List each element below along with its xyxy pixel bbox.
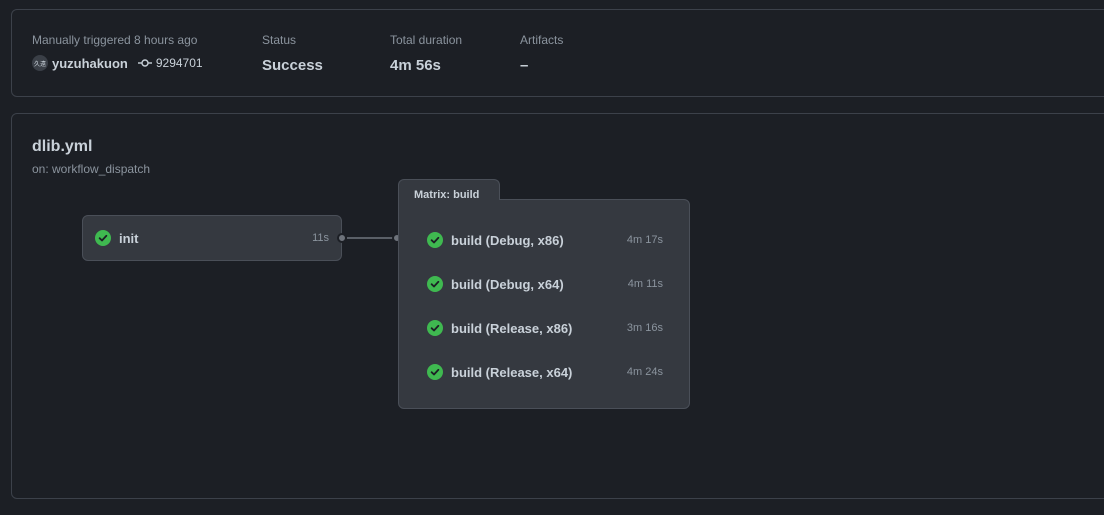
connector-line [347,237,393,239]
check-circle-icon [427,320,443,336]
job-duration: 4m 24s [626,366,663,378]
connector-dot-out [337,233,347,243]
matrix-tab-join [399,198,499,201]
job-name: init [119,230,139,246]
job-duration: 11s [312,232,329,244]
check-circle-icon [427,232,443,248]
job-name: build (Release, x64) [451,364,573,380]
username-link[interactable]: yuzuhakuon [52,56,128,71]
matrix-job-row[interactable]: build (Debug, x86) 4m 17s [427,228,663,252]
status-info: Status Success [262,33,323,74]
commit-link[interactable]: 9294701 [156,56,203,70]
matrix-job-row[interactable]: build (Release, x64) 4m 24s [427,360,663,384]
job-init[interactable]: init 11s [82,215,342,261]
job-duration: 4m 17s [626,234,663,246]
trigger-info: Manually triggered 8 hours ago 久遠 yuzuha… [32,33,203,71]
matrix-job-row[interactable]: build (Debug, x64) 4m 11s [427,272,663,296]
duration-info: Total duration 4m 56s [390,33,462,74]
artifacts-info: Artifacts – [520,33,563,74]
duration-label: Total duration [390,33,463,47]
artifacts-value: – [520,57,529,74]
job-duration: 3m 16s [626,322,663,334]
workflow-graph: dlib.yml on: workflow_dispatch init 11s … [11,113,1104,499]
workflow-trigger: on: workflow_dispatch [32,162,151,176]
job-name: build (Release, x86) [451,320,573,336]
check-circle-icon [95,230,111,246]
status-label: Status [262,33,297,47]
check-circle-icon [427,364,443,380]
status-value: Success [262,57,323,74]
job-duration: 4m 11s [627,278,663,290]
workflow-file-link[interactable]: dlib.yml [32,138,92,156]
matrix-group: build (Debug, x86) 4m 17s build (Debug, … [398,199,690,409]
job-name: build (Debug, x64) [451,276,564,292]
git-commit-icon [137,58,152,68]
run-summary: Manually triggered 8 hours ago 久遠 yuzuha… [11,9,1104,97]
job-name: build (Debug, x86) [451,232,564,248]
check-circle-icon [427,276,443,292]
matrix-job-row[interactable]: build (Release, x86) 3m 16s [427,316,663,340]
artifacts-label: Artifacts [520,33,564,47]
trigger-label: Manually triggered 8 hours ago [32,33,198,47]
avatar[interactable]: 久遠 [32,55,48,71]
duration-value: 4m 56s [390,57,441,74]
